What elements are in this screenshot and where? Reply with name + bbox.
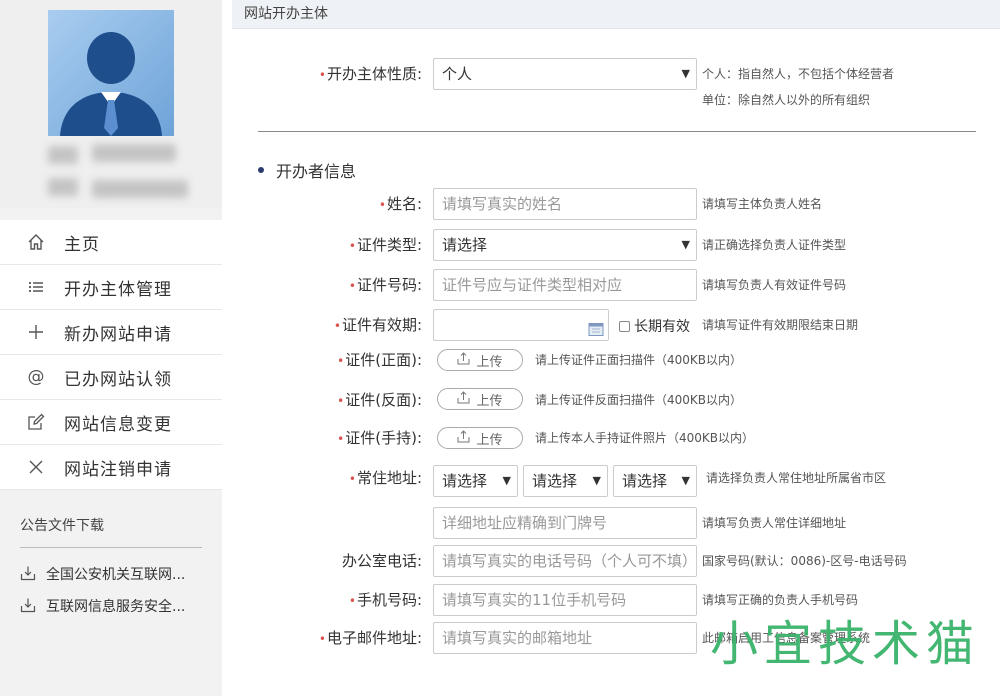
- select-value: 个人: [442, 65, 473, 83]
- field-hint: 单位：除自然人以外的所有组织: [702, 93, 871, 107]
- notice-title: 公告文件下载: [20, 515, 202, 548]
- calendar-icon[interactable]: [588, 317, 604, 347]
- upload-icon: [457, 391, 470, 407]
- entity-nature-select[interactable]: 个人 ▼: [433, 58, 697, 90]
- nav-item-label: 开办主体管理: [64, 279, 172, 300]
- field-label: •姓名:: [378, 195, 422, 213]
- field-label: 办公室电话:: [341, 552, 422, 570]
- divider: [258, 131, 976, 132]
- field-label: •手机号码:: [348, 591, 422, 609]
- field-hint: 请上传本人手持证件照片（400KB以内）: [535, 431, 755, 445]
- checkbox-label: 长期有效: [634, 319, 690, 335]
- doc-download-link[interactable]: 互联网信息服务安全...: [20, 596, 202, 616]
- field-hint: 请填写负责人常住详细地址: [702, 516, 847, 530]
- nav-item-claim-website[interactable]: @ 已办网站认领: [0, 355, 222, 400]
- upload-icon: [457, 430, 470, 446]
- download-icon: [20, 597, 38, 615]
- sidebar: 主页 开办主体管理 新办网站申请 @ 已办网站认领 网站信息变更 网站注销申请 …: [0, 0, 222, 696]
- field-label: •证件号码:: [348, 276, 422, 294]
- nav-item-label: 网站信息变更: [64, 414, 172, 435]
- select-value: 请选择: [532, 472, 578, 490]
- city-select[interactable]: 请选择 ▼: [523, 465, 608, 497]
- doc-label: 全国公安机关互联网...: [46, 567, 186, 583]
- id-validity-date-input[interactable]: [433, 309, 609, 341]
- select-value: 请选择: [442, 472, 488, 490]
- doc-download-link[interactable]: 全国公安机关互联网...: [20, 564, 202, 584]
- edit-icon: [26, 412, 46, 432]
- sidebar-nav: 主页 开办主体管理 新办网站申请 @ 已办网站认领 网站信息变更 网站注销申请: [0, 220, 222, 490]
- field-hint: 请上传证件正面扫描件（400KB以内）: [535, 353, 743, 367]
- upload-icon: [457, 352, 470, 368]
- field-hint: 请上传证件反面扫描件（400KB以内）: [535, 393, 743, 407]
- user-profile: [0, 0, 222, 208]
- office-phone-input[interactable]: [433, 545, 697, 577]
- field-hint: 请填写负责人有效证件号码: [702, 278, 847, 292]
- doc-label: 互联网信息服务安全...: [46, 599, 186, 615]
- field-label: •电子邮件地址:: [318, 629, 422, 647]
- field-label: •证件类型:: [348, 236, 422, 254]
- dropdown-arrow-icon: ▼: [592, 474, 601, 487]
- blurred-username: [92, 144, 176, 162]
- nav-item-cancel-website[interactable]: 网站注销申请: [0, 445, 222, 490]
- nav-item-label: 主页: [64, 234, 100, 255]
- page-title: 网站开办主体: [232, 0, 1000, 29]
- nav-item-home[interactable]: 主页: [0, 220, 222, 265]
- blurred-label: [48, 178, 78, 196]
- long-term-checkbox[interactable]: 长期有效: [619, 316, 690, 336]
- field-label: •常住地址:: [348, 469, 422, 487]
- district-select[interactable]: 请选择 ▼: [613, 465, 697, 497]
- download-icon: [20, 565, 38, 583]
- user-silhouette-icon: [60, 32, 162, 136]
- dropdown-arrow-icon: ▼: [502, 474, 511, 487]
- upload-front-button[interactable]: 上传: [437, 349, 523, 371]
- dropdown-arrow-icon: ▼: [681, 67, 690, 80]
- field-label: •证件(手持):: [337, 429, 422, 447]
- nav-item-change-info[interactable]: 网站信息变更: [0, 400, 222, 445]
- checkbox-box[interactable]: [619, 320, 630, 332]
- id-type-select[interactable]: 请选择 ▼: [433, 229, 697, 261]
- at-icon: @: [27, 367, 45, 387]
- field-hint: 请填写证件有效期限结束日期: [702, 318, 859, 332]
- notice-section: 公告文件下载 全国公安机关互联网... 互联网信息服务安全...: [20, 515, 202, 616]
- bullet-icon: [258, 167, 264, 173]
- field-hint: 国家号码(默认：0086)-区号-电话号码: [702, 554, 907, 568]
- field-hint: 请填写主体负责人姓名: [702, 197, 823, 211]
- plus-icon: [26, 322, 46, 342]
- field-hint: 请选择负责人常住地址所属省市区: [706, 471, 887, 485]
- field-label: •开办主体性质:: [318, 65, 422, 83]
- main-content: 网站开办主体 •开办主体性质: 个人 ▼ 个人：指自然人，不包括个体经营者 单位…: [232, 0, 1000, 696]
- upload-hold-button[interactable]: 上传: [437, 427, 523, 449]
- dropdown-arrow-icon: ▼: [681, 238, 690, 251]
- select-value: 请选择: [622, 472, 668, 490]
- upload-back-button[interactable]: 上传: [437, 388, 523, 410]
- field-hint: 请正确选择负责人证件类型: [702, 238, 847, 252]
- field-label: •证件(正面):: [337, 351, 422, 369]
- dropdown-arrow-icon: ▼: [681, 474, 690, 487]
- blurred-label: [48, 146, 78, 164]
- blurred-account: [92, 180, 188, 198]
- email-input[interactable]: [433, 622, 697, 654]
- field-label: •证件(反面):: [337, 391, 422, 409]
- nav-item-entity-management[interactable]: 开办主体管理: [0, 265, 222, 310]
- address-detail-input[interactable]: [433, 507, 697, 539]
- close-icon: [26, 457, 46, 477]
- nav-item-label: 新办网站申请: [64, 324, 172, 345]
- name-input[interactable]: [433, 188, 697, 220]
- avatar: [48, 10, 174, 136]
- section-title: 开办者信息: [258, 158, 356, 182]
- province-select[interactable]: 请选择 ▼: [433, 465, 518, 497]
- field-label: •证件有效期:: [333, 316, 422, 334]
- select-value: 请选择: [442, 236, 488, 254]
- nav-item-label: 已办网站认领: [64, 369, 172, 390]
- home-icon: [26, 232, 46, 252]
- list-icon: [26, 277, 46, 297]
- mobile-input[interactable]: [433, 584, 697, 616]
- nav-item-new-website[interactable]: 新办网站申请: [0, 310, 222, 355]
- nav-item-label: 网站注销申请: [64, 459, 172, 480]
- id-number-input[interactable]: [433, 269, 697, 301]
- watermark-logo: 小宜技术猫: [709, 616, 980, 672]
